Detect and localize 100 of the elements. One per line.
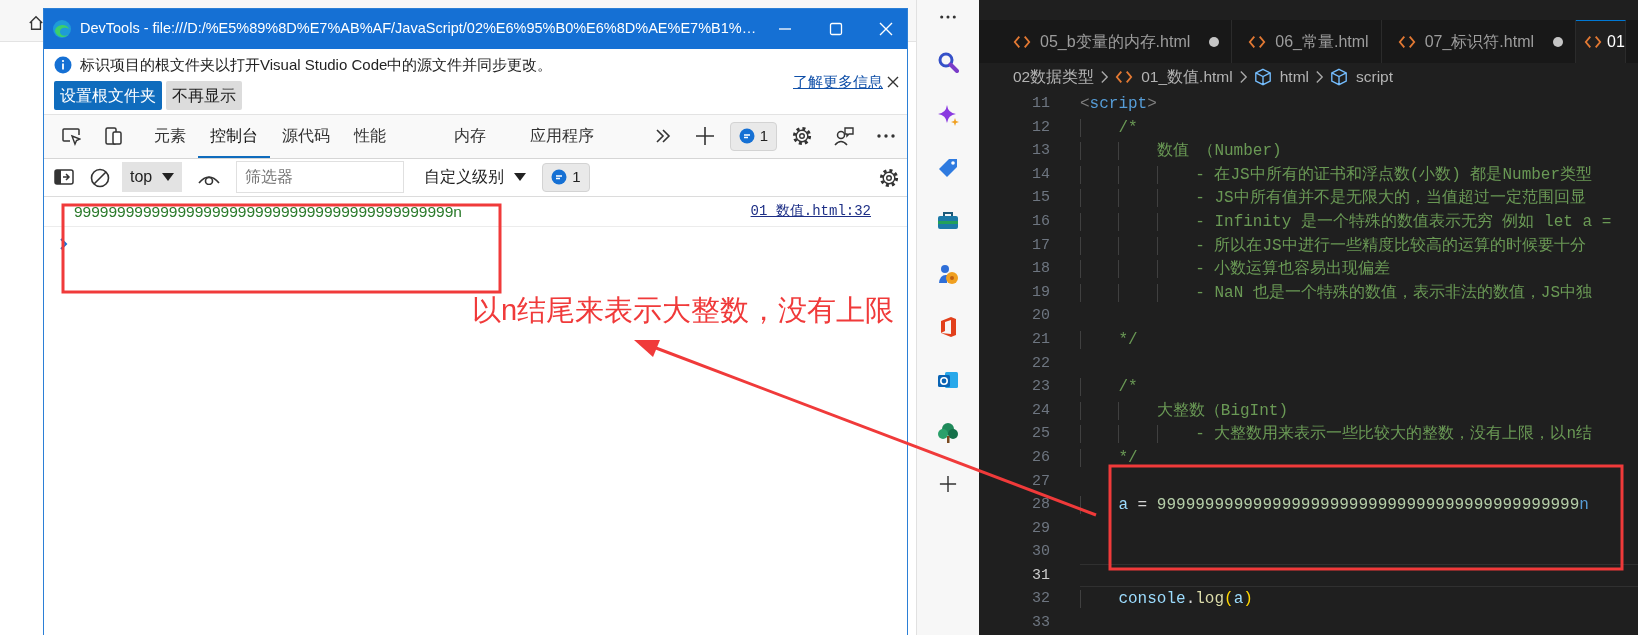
devtools-tab[interactable]: 性能 bbox=[342, 114, 398, 158]
more-icon[interactable] bbox=[876, 133, 896, 140]
issues-button[interactable]: 1 bbox=[729, 122, 777, 151]
code-line: 数值 （Number) bbox=[1156, 142, 1282, 161]
issues-button[interactable]: 1 bbox=[542, 163, 590, 192]
devtools-tab[interactable]: 源代码 bbox=[270, 114, 342, 158]
chevron-icon bbox=[1100, 69, 1110, 84]
modified-dot bbox=[1553, 36, 1563, 47]
code-line: - 所以在JS中进行一些精度比较高的运算的时候要十分 bbox=[1195, 236, 1586, 255]
infobar-message: 标识项目的根文件夹以打开Visual Studio Code中的源文件并同步更改。 bbox=[80, 55, 553, 75]
breadcrumb-item[interactable]: script bbox=[1330, 64, 1394, 89]
cube-icon bbox=[1253, 67, 1272, 86]
code-line: 大整数（BigInt) bbox=[1156, 401, 1289, 420]
source-link[interactable]: 01_数值.html:32 bbox=[750, 200, 871, 222]
line-number: 27 bbox=[1031, 471, 1050, 492]
device-icon[interactable] bbox=[103, 126, 123, 147]
line-number: 11 bbox=[1031, 94, 1050, 114]
code-line: console.log(a) bbox=[1118, 590, 1253, 609]
plus-icon[interactable] bbox=[939, 475, 957, 493]
close-icon[interactable] bbox=[887, 75, 899, 88]
maximize-icon[interactable] bbox=[828, 22, 843, 36]
sidebar-toggle-icon[interactable] bbox=[54, 168, 74, 187]
line-number: 33 bbox=[1031, 613, 1050, 634]
line-number: 31 bbox=[1031, 565, 1050, 586]
code-line: - Infinity 是一个特殊的数值表示无穷 例如 let a = bbox=[1195, 212, 1612, 231]
code-line: /* bbox=[1118, 378, 1138, 397]
chevron-icon bbox=[1315, 69, 1324, 84]
info-icon bbox=[54, 56, 72, 75]
code-icon bbox=[1584, 33, 1602, 51]
mail-icon[interactable] bbox=[937, 369, 959, 391]
cube-icon bbox=[1330, 67, 1348, 86]
code-line: /* bbox=[1118, 118, 1138, 137]
inspect-icon[interactable] bbox=[61, 126, 81, 147]
line-number: 17 bbox=[1031, 235, 1050, 256]
devtools-tab[interactable]: 元素 bbox=[142, 114, 198, 158]
breadcrumb-item[interactable]: 02数据类型 bbox=[1013, 64, 1095, 89]
window-title: DevTools - file:///D:/%E5%89%8D%E7%AB%AF/JavaScript/02%E6%95%B0%E6%8D%AE%E7%B1%… bbox=[80, 19, 757, 39]
issues-count: 1 bbox=[759, 126, 768, 146]
breadcrumb-item[interactable]: 01_数值.html bbox=[1115, 64, 1233, 89]
more-icon[interactable] bbox=[939, 14, 957, 20]
tree-icon[interactable] bbox=[937, 422, 959, 444]
line-number: 30 bbox=[1031, 542, 1050, 563]
settings-icon[interactable] bbox=[879, 168, 899, 188]
caret-icon bbox=[514, 173, 527, 182]
line-number: 13 bbox=[1031, 141, 1050, 162]
line-number: 25 bbox=[1031, 424, 1050, 445]
filter-field[interactable]: 筛选器 bbox=[236, 161, 405, 194]
line-number: 20 bbox=[1031, 306, 1050, 327]
line-number: 14 bbox=[1031, 164, 1050, 185]
breadcrumb-item[interactable]: html bbox=[1253, 64, 1309, 89]
line-number: 23 bbox=[1031, 377, 1050, 398]
devtools-tab[interactable]: 内存 bbox=[442, 114, 498, 158]
line-number: 32 bbox=[1031, 589, 1050, 610]
sparkle-icon[interactable] bbox=[937, 104, 959, 126]
editor-tab[interactable]: 01 bbox=[1576, 20, 1626, 63]
code-line: - 小数运算也容易出现偏差 bbox=[1195, 260, 1391, 279]
context-dropdown[interactable]: top bbox=[122, 162, 183, 193]
chevron-icon bbox=[1238, 69, 1248, 84]
code-line: a = 99999999999999999999999999999999999999999999n bbox=[1118, 496, 1589, 515]
console-message: 99999999999999999999999999999999999999999999n bbox=[74, 201, 462, 222]
code-line: */ bbox=[1118, 448, 1138, 467]
line-number: 22 bbox=[1031, 353, 1050, 374]
code-line: - NaN 也是一个特殊的数值，表示非法的数值，JS中独 bbox=[1195, 283, 1593, 302]
edge-logo-icon bbox=[52, 19, 72, 39]
line-number: 18 bbox=[1031, 259, 1050, 280]
line-number: 16 bbox=[1031, 211, 1050, 232]
devtools-tab[interactable]: 应用程序 bbox=[518, 114, 606, 158]
levels-dropdown[interactable]: 自定义级别 bbox=[416, 165, 535, 190]
modified-dot bbox=[1209, 36, 1220, 47]
learn-more-link[interactable]: 了解更多信息 bbox=[793, 70, 883, 94]
clear-icon[interactable] bbox=[90, 168, 110, 188]
toolbox-icon[interactable] bbox=[937, 210, 959, 232]
message-icon bbox=[551, 169, 568, 186]
tag-icon[interactable] bbox=[937, 157, 959, 179]
annotation-label: 以n结尾来表示大整数，没有上限 bbox=[472, 293, 895, 328]
line-number: 29 bbox=[1031, 518, 1050, 539]
devtools-tab[interactable]: 控制台 bbox=[198, 114, 270, 158]
line-number: 19 bbox=[1031, 282, 1050, 303]
search-icon[interactable] bbox=[937, 51, 959, 73]
code-line: <script> bbox=[1080, 95, 1157, 113]
settings-icon[interactable] bbox=[792, 126, 812, 147]
editor-tab[interactable]: 06_常量.html bbox=[1232, 20, 1382, 63]
editor-tab[interactable]: 05_b变量的内存.html bbox=[997, 20, 1233, 63]
line-number: 26 bbox=[1031, 447, 1050, 468]
people-icon[interactable] bbox=[834, 126, 854, 147]
code-line: - JS中所有值并不是无限大的，当值超过一定范围回显 bbox=[1195, 189, 1586, 208]
code-line: - 在JS中所有的证书和浮点数(小数) 都是Number类型 bbox=[1195, 165, 1593, 184]
line-number: 28 bbox=[1031, 495, 1050, 516]
infobar-button[interactable]: 不再显示 bbox=[166, 80, 242, 110]
prompt-icon[interactable] bbox=[60, 237, 68, 250]
plus-icon[interactable] bbox=[694, 126, 715, 147]
line-number: 21 bbox=[1031, 329, 1050, 350]
games-icon[interactable] bbox=[937, 263, 959, 285]
home-icon[interactable] bbox=[28, 14, 44, 31]
line-number: 24 bbox=[1031, 400, 1050, 421]
infobar-button[interactable]: 设置根文件夹 bbox=[54, 80, 162, 110]
caret-icon bbox=[162, 173, 175, 182]
message-icon bbox=[738, 128, 755, 145]
code-line: */ bbox=[1118, 330, 1138, 349]
line-number: 12 bbox=[1031, 117, 1050, 138]
